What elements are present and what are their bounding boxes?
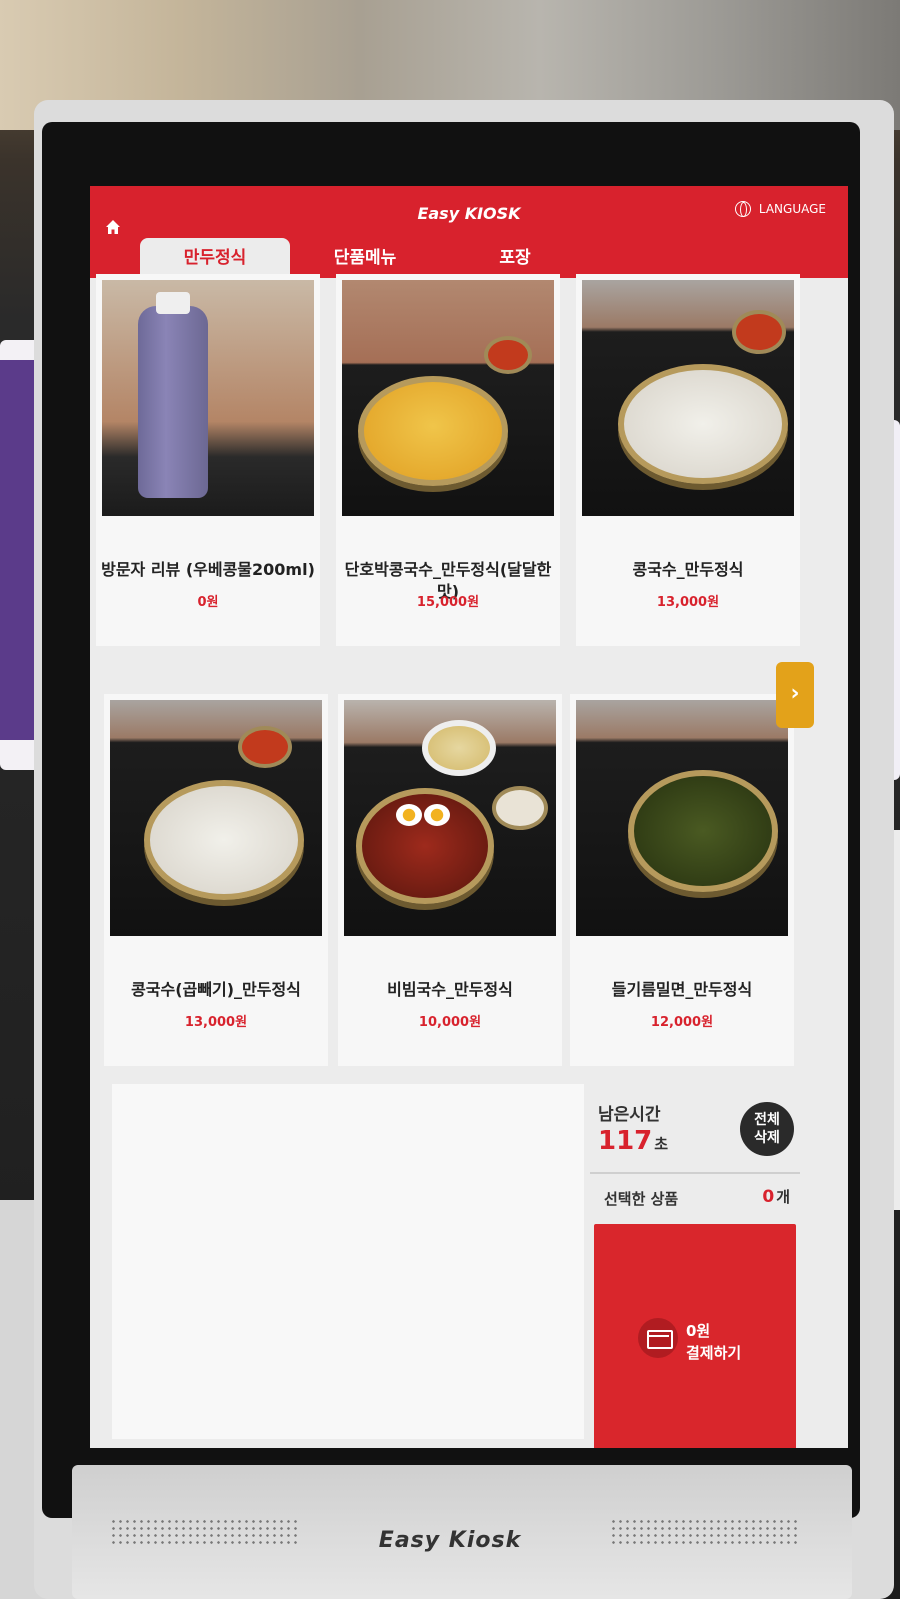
menu-item-name: 비빔국수_만두정식 [387, 980, 513, 999]
menu-item-price: 15,000원 [416, 595, 480, 610]
menu-item-price: 13,000원 [656, 595, 720, 610]
menu-item-card[interactable]: 들기름밀면_만두정식 12,000원 [570, 694, 794, 1066]
menu-item-card[interactable]: 콩국수_만두정식 13,000원 [576, 274, 800, 646]
pay-label: 결제하기 [686, 1344, 742, 1362]
bowl-image [628, 770, 778, 892]
menu-item-card[interactable]: 단호박콩국수_만두정식(달달한맛) 15,000원 [336, 274, 560, 646]
menu-item-name: 들기름밀면_만두정식 [611, 980, 753, 999]
credit-card-icon [638, 1318, 678, 1358]
menu-item-photo [582, 280, 794, 516]
cart-list-area [112, 1084, 584, 1439]
menu-item-price: 10,000원 [418, 1015, 482, 1030]
menu-item-photo [342, 280, 554, 516]
menu-item-photo [344, 700, 556, 936]
category-tabs: 만두정식 단품메뉴 포장 [140, 238, 590, 278]
side-dish-image [492, 786, 548, 830]
side-dish-image [484, 336, 532, 374]
clear-all-button[interactable]: 전체 삭제 [740, 1102, 794, 1156]
menu-item-card[interactable]: 비빔국수_만두정식 10,000원 [338, 694, 562, 1066]
menu-item-name: 콩국수(곱빼기)_만두정식 [131, 980, 301, 999]
tab-single-menu[interactable]: 단품메뉴 [290, 238, 440, 278]
time-remaining-value: 117 초 [598, 1126, 669, 1156]
egg-image [424, 804, 450, 826]
menu-item-price: 12,000원 [650, 1015, 714, 1030]
selected-items-label: 선택한 상품 [604, 1190, 679, 1208]
bowl-image [618, 364, 788, 484]
menu-item-name: 방문자 리뷰 (우베콩물200ml) [101, 560, 315, 579]
broth-bowl-image [422, 720, 496, 776]
globe-icon [734, 201, 751, 217]
menu-item-card[interactable]: 콩국수(곱빼기)_만두정식 13,000원 [104, 694, 328, 1066]
pay-amount: 0원 [686, 1322, 711, 1340]
egg-image [396, 804, 422, 826]
kiosk-screen: Easy KIOSK LANGUAGE 만두정식 단품메뉴 포장 방문자 리뷰 … [90, 186, 848, 1448]
top-bar: Easy KIOSK LANGUAGE 만두정식 단품메뉴 포장 [90, 186, 848, 278]
pay-button[interactable]: 0원 결제하기 [594, 1224, 796, 1448]
tab-takeout[interactable]: 포장 [440, 238, 590, 278]
bowl-image [358, 376, 508, 486]
device-brand: Easy Kiosk [378, 1528, 522, 1553]
tab-set-meal[interactable]: 만두정식 [140, 238, 290, 278]
menu-item-photo [576, 700, 788, 936]
bottle-image [138, 292, 208, 498]
menu-item-photo [102, 280, 314, 516]
menu-item-price: 13,000원 [184, 1015, 248, 1030]
menu-item-name: 콩국수_만두정식 [632, 560, 744, 579]
order-summary: 남은시간 117 초 전체 삭제 선택한 상품 0개 0원 결제하기 [590, 1084, 800, 1448]
next-page-arrow-icon[interactable]: › [776, 662, 814, 728]
language-button[interactable]: LANGUAGE [734, 201, 826, 217]
language-label: LANGUAGE [758, 202, 826, 216]
side-dish-image [238, 726, 292, 768]
menu-item-price: 0원 [197, 595, 219, 610]
menu-item-photo [110, 700, 322, 936]
bowl-image [144, 780, 304, 900]
side-dish-image [732, 310, 786, 354]
divider [590, 1172, 800, 1174]
bowl-image [356, 788, 494, 904]
menu-item-card[interactable]: 방문자 리뷰 (우베콩물200ml) 0원 [96, 274, 320, 646]
selected-items-count: 0개 [762, 1187, 790, 1207]
time-remaining-label: 남은시간 [598, 1105, 661, 1125]
